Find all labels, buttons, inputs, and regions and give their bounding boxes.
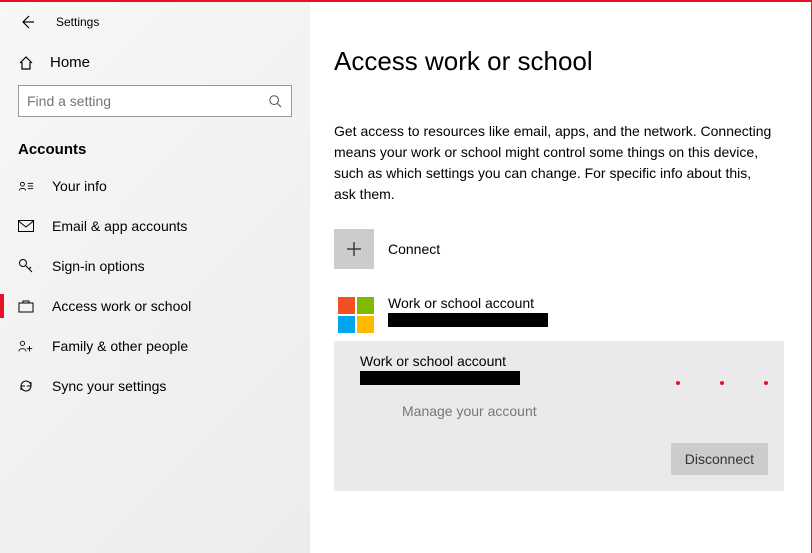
nav-label: Your info — [52, 178, 107, 194]
search-input[interactable] — [27, 93, 267, 109]
nav-email-accounts[interactable]: Email & app accounts — [0, 206, 310, 246]
content-area: Access work or school Get access to reso… — [310, 2, 811, 553]
connect-button[interactable]: Connect — [334, 229, 811, 269]
back-icon[interactable] — [18, 14, 36, 30]
nav-your-info[interactable]: Your info — [0, 166, 310, 206]
account-title: Work or school account — [388, 295, 548, 311]
nav-label: Family & other people — [52, 338, 188, 354]
nav-sync[interactable]: Sync your settings — [0, 366, 310, 406]
section-title: Accounts — [0, 117, 310, 166]
page-heading: Access work or school — [334, 46, 811, 77]
connect-label: Connect — [388, 241, 440, 257]
search-wrap — [0, 71, 310, 117]
person-card-icon — [18, 178, 34, 194]
people-plus-icon — [18, 338, 34, 354]
nav-label: Sync your settings — [52, 378, 166, 394]
window-title: Settings — [56, 15, 99, 29]
sidebar: Settings Home Accounts Your info — [0, 2, 310, 553]
home-nav[interactable]: Home — [0, 36, 310, 71]
search-icon — [267, 93, 283, 109]
nav-signin-options[interactable]: Sign-in options — [0, 246, 310, 286]
search-box[interactable] — [18, 85, 292, 117]
account-item-1[interactable]: Work or school account — [334, 287, 784, 341]
nav-label: Email & app accounts — [52, 218, 187, 234]
briefcase-icon — [18, 298, 34, 314]
nav-label: Access work or school — [52, 298, 191, 314]
page-description: Get access to resources like email, apps… — [334, 121, 774, 205]
mail-icon — [18, 218, 34, 234]
account-email-redacted — [360, 371, 520, 385]
home-label: Home — [50, 54, 90, 71]
plus-icon — [334, 229, 374, 269]
nav-family[interactable]: Family & other people — [0, 326, 310, 366]
account-lines: Work or school account — [360, 353, 520, 385]
nav-label: Sign-in options — [52, 258, 145, 274]
account-email-redacted — [388, 313, 548, 327]
nav-access-work[interactable]: Access work or school — [0, 286, 310, 326]
account-title: Work or school account — [360, 353, 520, 369]
account-lines: Work or school account — [388, 295, 548, 327]
microsoft-logo-icon — [338, 297, 374, 333]
sync-icon — [18, 378, 34, 394]
account-item-2-expanded[interactable]: Work or school account Manage your accou… — [334, 341, 784, 491]
settings-window: Settings Home Accounts Your info — [0, 0, 812, 553]
titlebar: Settings — [0, 2, 310, 36]
key-icon — [18, 258, 34, 274]
manage-account-link[interactable]: Manage your account — [402, 403, 768, 419]
home-icon — [18, 55, 34, 71]
red-dots-annotation — [676, 381, 768, 385]
disconnect-button[interactable]: Disconnect — [671, 443, 768, 475]
